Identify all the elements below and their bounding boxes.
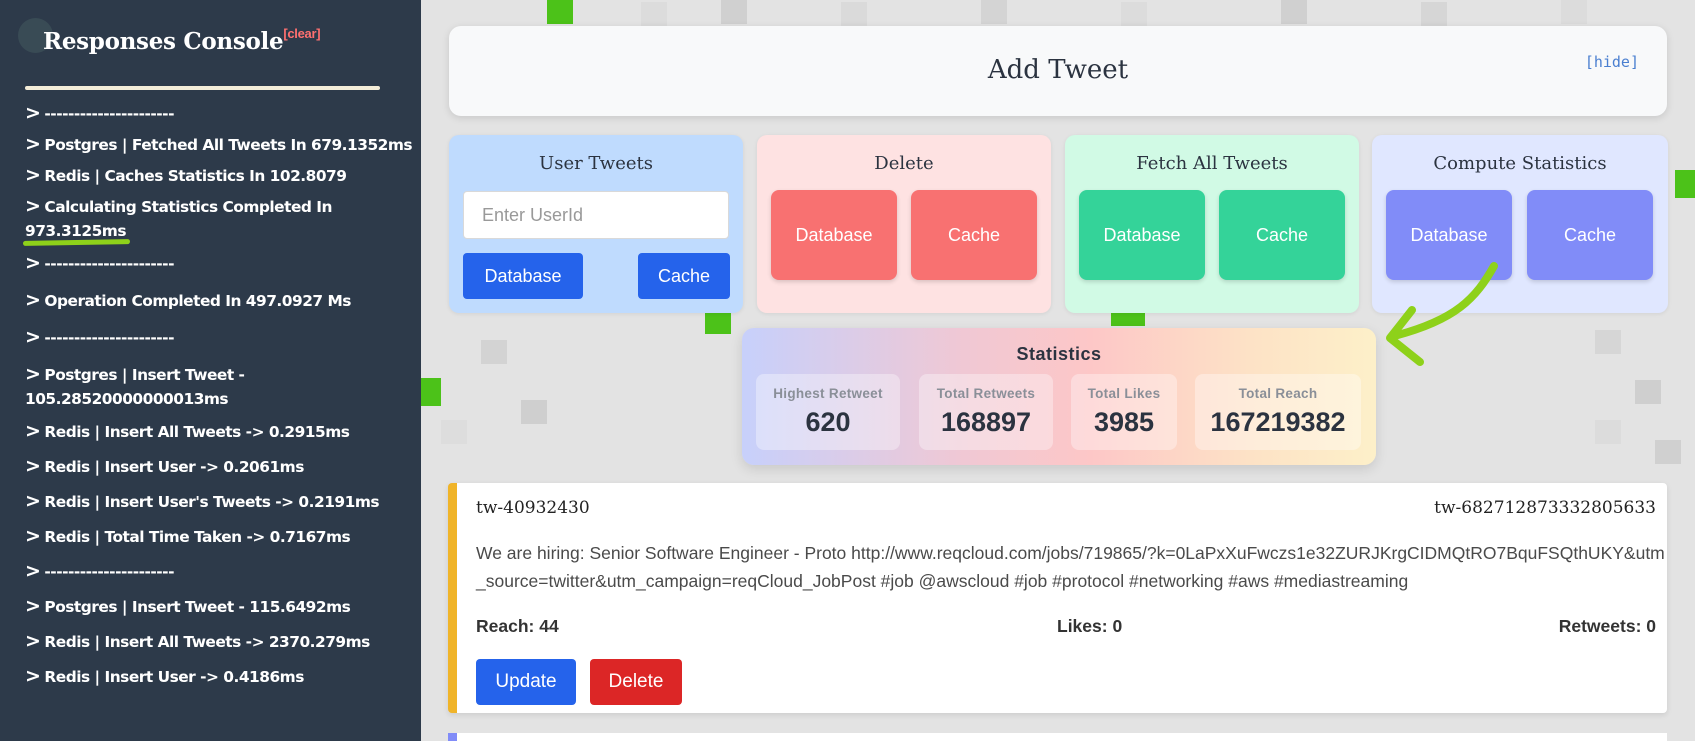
add-tweet-panel: Add Tweet [hide]	[449, 26, 1667, 116]
tweet-delete-button[interactable]: Delete	[590, 659, 682, 705]
stat-value: 168897	[940, 407, 1032, 437]
tweet-update-button[interactable]: Update	[476, 659, 576, 705]
tweet-text: We are hiring: Senior Software Engineer …	[476, 543, 1665, 591]
highlighted-time: 973.3125ms	[25, 222, 127, 240]
log-entry-continued: 105.28520000000013ms	[25, 390, 229, 408]
user-tweets-card: User Tweets Database Cache	[449, 135, 743, 313]
log-entry: > Redis | Total Time Taken -> 0.7167ms	[25, 525, 351, 547]
next-tweet-card	[448, 733, 1667, 741]
annotation-arrow-icon	[1386, 262, 1498, 366]
log-entry: > Postgres | Insert Tweet - 115.6492ms	[25, 595, 351, 617]
compute-cache-button[interactable]: Cache	[1527, 190, 1653, 280]
log-entry: > Redis | Insert All Tweets -> 0.2915ms	[25, 420, 350, 442]
stat-value: 620	[805, 407, 851, 437]
fetch-cache-button[interactable]: Cache	[1219, 190, 1345, 280]
log-entry: > Redis | Caches Statistics In 102.8079	[25, 164, 347, 186]
tweet-likes: Likes: 0	[1057, 616, 1123, 636]
fetch-all-title: Fetch All Tweets	[1136, 153, 1288, 174]
log-entry: > Redis | Insert User -> 0.4186ms	[25, 665, 304, 687]
stat-label: Total Likes	[1087, 386, 1161, 401]
log-entry: > ----------------------	[25, 326, 174, 348]
console-title: Responses Console[clear]	[43, 26, 321, 55]
add-tweet-title: Add Tweet	[987, 55, 1129, 85]
stat-label: Total Reach	[1238, 386, 1318, 401]
log-entry: > Redis | Insert User's Tweets -> 0.2191m…	[25, 490, 380, 512]
console-divider	[25, 86, 380, 90]
log-entry: > Redis | Insert All Tweets -> 2370.279ms	[25, 630, 370, 652]
tweet-card: tw-40932430 tw-682712873332805633 We are…	[448, 483, 1667, 713]
log-entry: > ----------------------	[25, 560, 174, 582]
stat-value: 167219382	[1210, 407, 1346, 437]
delete-database-button[interactable]: Database	[771, 190, 897, 280]
tweet-retweets: Retweets: 0	[1558, 616, 1656, 636]
console-clear-link[interactable]: [clear]	[283, 26, 320, 41]
log-entry: > Postgres | Fetched All Tweets In 679.13…	[25, 133, 413, 155]
statistics-panel: Statistics Highest Retweet 620 Total Ret…	[742, 328, 1376, 465]
stat-total-reach: Total Reach 167219382	[1195, 374, 1361, 450]
delete-title: Delete	[874, 153, 934, 174]
delete-cache-button[interactable]: Cache	[911, 190, 1037, 280]
user-tweets-title: User Tweets	[539, 153, 653, 174]
log-entry: > Operation Completed In 497.0927 Ms	[25, 289, 351, 311]
log-entry: > ----------------------	[25, 102, 174, 124]
stat-value: 3985	[1093, 407, 1155, 437]
log-entry: > ----------------------	[25, 252, 174, 274]
user-tweets-cache-button[interactable]: Cache	[638, 253, 730, 299]
hide-link[interactable]: [hide]	[1585, 53, 1639, 71]
stat-label: Highest Retweet	[773, 386, 883, 401]
console-log: > ---------------------- > Postgres | Fetc…	[25, 98, 413, 692]
responses-console: Responses Console[clear] > --------------…	[0, 0, 421, 741]
fetch-database-button[interactable]: Database	[1079, 190, 1205, 280]
statistics-title: Statistics	[1016, 344, 1102, 364]
tweet-id: tw-682712873332805633	[1434, 498, 1656, 518]
stat-label: Total Retweets	[936, 386, 1036, 401]
delete-card: Delete Database Cache	[757, 135, 1051, 313]
tweet-user-id: tw-40932430	[476, 498, 590, 518]
stat-total-likes: Total Likes 3985	[1071, 374, 1177, 450]
compute-statistics-title: Compute Statistics	[1433, 153, 1607, 174]
user-tweets-database-button[interactable]: Database	[463, 253, 583, 299]
tweet-reach: Reach: 44	[476, 616, 559, 636]
userid-input[interactable]	[463, 191, 729, 239]
log-entry: > Redis | Insert User -> 0.2061ms	[25, 455, 304, 477]
stat-total-retweets: Total Retweets 168897	[919, 374, 1053, 450]
stat-highest-retweet: Highest Retweet 620	[756, 374, 900, 450]
fetch-all-tweets-card: Fetch All Tweets Database Cache	[1065, 135, 1359, 313]
